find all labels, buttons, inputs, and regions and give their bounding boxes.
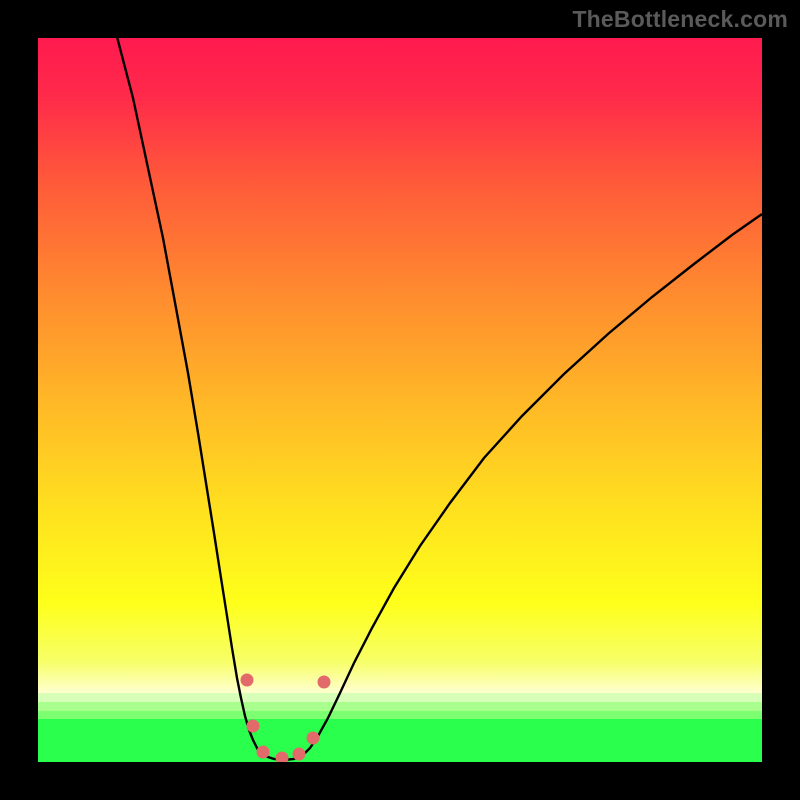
- curves-layer: [38, 38, 762, 762]
- highlight-dot: [276, 752, 288, 762]
- highlight-dot: [318, 676, 330, 688]
- highlight-dot: [293, 748, 305, 760]
- watermark-text: TheBottleneck.com: [572, 6, 788, 33]
- highlight-dot: [257, 746, 269, 758]
- highlight-dot: [241, 674, 253, 686]
- right-curve: [284, 214, 762, 760]
- highlight-dot: [247, 720, 259, 732]
- plot-area: [38, 38, 762, 762]
- highlight-dot: [307, 732, 319, 744]
- chart-frame: TheBottleneck.com: [0, 0, 800, 800]
- left-curve: [116, 38, 284, 760]
